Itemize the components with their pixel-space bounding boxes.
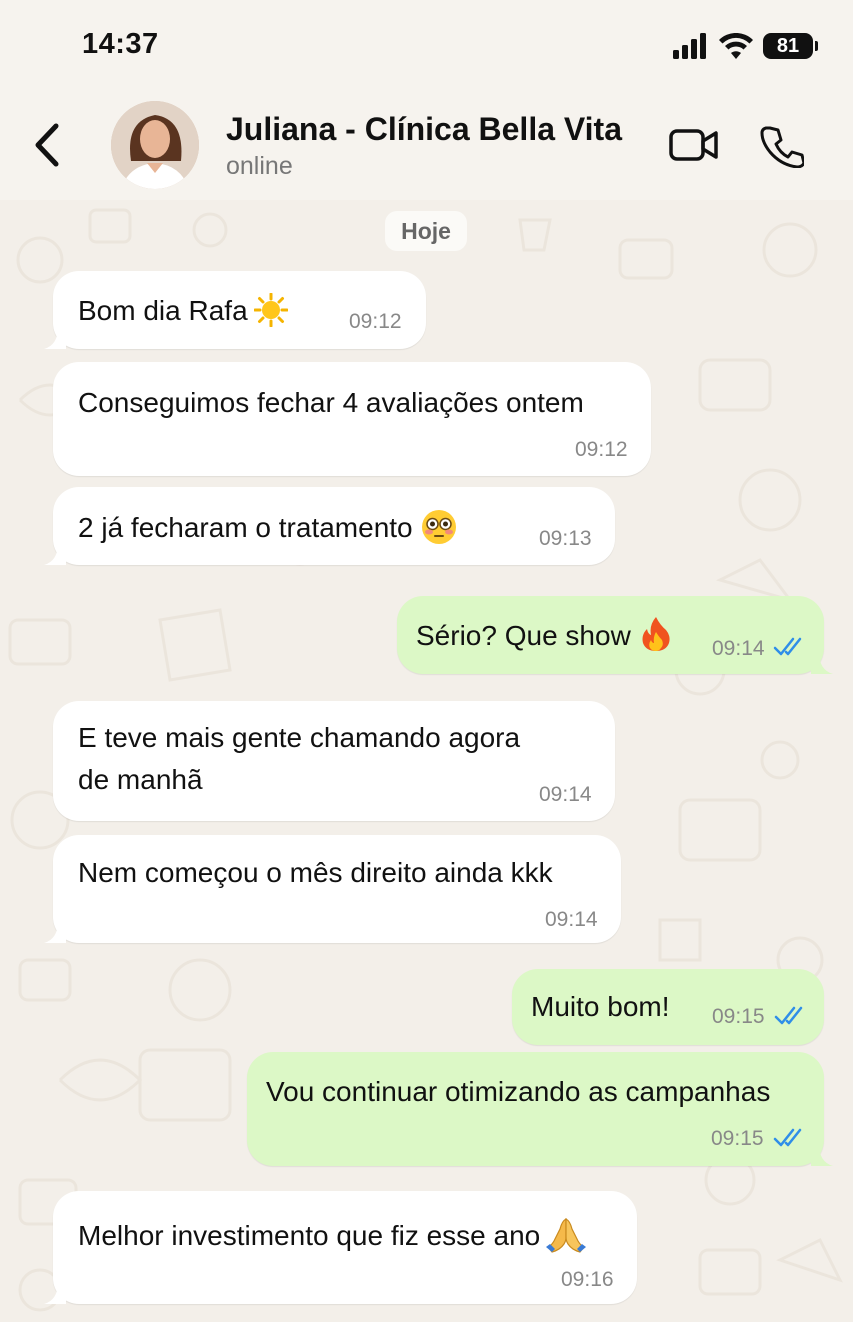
contact-status: online (226, 152, 293, 180)
back-arrow-icon[interactable] (28, 122, 68, 168)
message-text: E teve mais gente chamando agora de manh… (78, 722, 521, 795)
contact-name[interactable]: Juliana - Clínica Bella Vita (226, 111, 622, 148)
message-time: 09:16 (561, 1268, 614, 1291)
message-text: Bom dia Rafa (78, 290, 288, 332)
message-bubble-outgoing[interactable]: Vou continuar otimizando as campanhas 09… (247, 1052, 833, 1166)
fire-emoji-icon (642, 617, 670, 651)
read-receipt-icon (774, 1006, 803, 1025)
message-text: Sério? Que show (416, 615, 671, 657)
battery-icon: 81 (763, 33, 818, 59)
message-bubble-incoming[interactable]: Nem começou o mês direito ainda kkk 09:1… (44, 835, 621, 943)
bubble-tail (811, 1144, 833, 1166)
message-time: 09:13 (539, 527, 592, 550)
top-bar: 14:37 81 Juliana - Clínica Bella Vita on… (0, 0, 853, 200)
message-text: 2 já fecharam o tratamento (78, 507, 457, 549)
message-text: Muito bom! (531, 991, 670, 1022)
read-receipt-icon (773, 1128, 802, 1147)
bubble-tail (44, 327, 66, 349)
message-bubble-incoming[interactable]: Melhor investimento que fiz esse ano 09:… (44, 1191, 637, 1304)
message-bubble-incoming[interactable]: Conseguimos fechar 4 avaliações ontem 09… (53, 362, 651, 476)
message-bubble-incoming[interactable]: 2 já fecharam o tratamento 09:13 (44, 487, 615, 565)
message-time: 09:14 (539, 783, 592, 806)
message-time: 09:15 (711, 1127, 764, 1150)
video-call-icon[interactable] (668, 126, 720, 164)
avatar-image (111, 101, 199, 189)
message-bubble-incoming[interactable]: E teve mais gente chamando agora de manh… (53, 701, 615, 821)
phone-icon[interactable] (760, 124, 804, 168)
message-text: Nem começou o mês direito ainda kkk (78, 857, 553, 888)
message-text: Conseguimos fechar 4 avaliações ontem (78, 387, 584, 418)
bubble-tail (44, 543, 66, 565)
message-bubble-incoming[interactable]: Bom dia Rafa 09:12 (44, 271, 426, 349)
message-time: 09:12 (575, 438, 628, 461)
bubble-tail (44, 921, 66, 943)
flushed-face-emoji-icon (421, 510, 456, 544)
message-time: 09:14 (545, 908, 598, 931)
message-bubble-outgoing[interactable]: Muito bom! 09:15 (512, 969, 824, 1045)
sun-emoji-icon (253, 293, 288, 327)
date-divider: Hoje (385, 211, 467, 251)
signal-icon (673, 33, 706, 59)
avatar[interactable] (111, 101, 199, 189)
bubble-tail (811, 652, 833, 674)
message-time: 09:14 (712, 637, 765, 660)
status-icons: 81 (673, 30, 818, 62)
folded-hands-emoji-icon (546, 1218, 587, 1253)
message-time: 09:12 (349, 310, 402, 333)
wifi-icon (719, 33, 753, 59)
read-receipt-icon (773, 637, 802, 656)
message-bubble-outgoing[interactable]: Sério? Que show 09:14 (397, 596, 833, 674)
message-text: Melhor investimento que fiz esse ano (78, 1215, 587, 1257)
message-text: Vou continuar otimizando as campanhas (266, 1076, 771, 1107)
bubble-tail (44, 1282, 66, 1304)
message-time: 09:15 (712, 1005, 765, 1028)
status-time: 14:37 (82, 28, 159, 60)
